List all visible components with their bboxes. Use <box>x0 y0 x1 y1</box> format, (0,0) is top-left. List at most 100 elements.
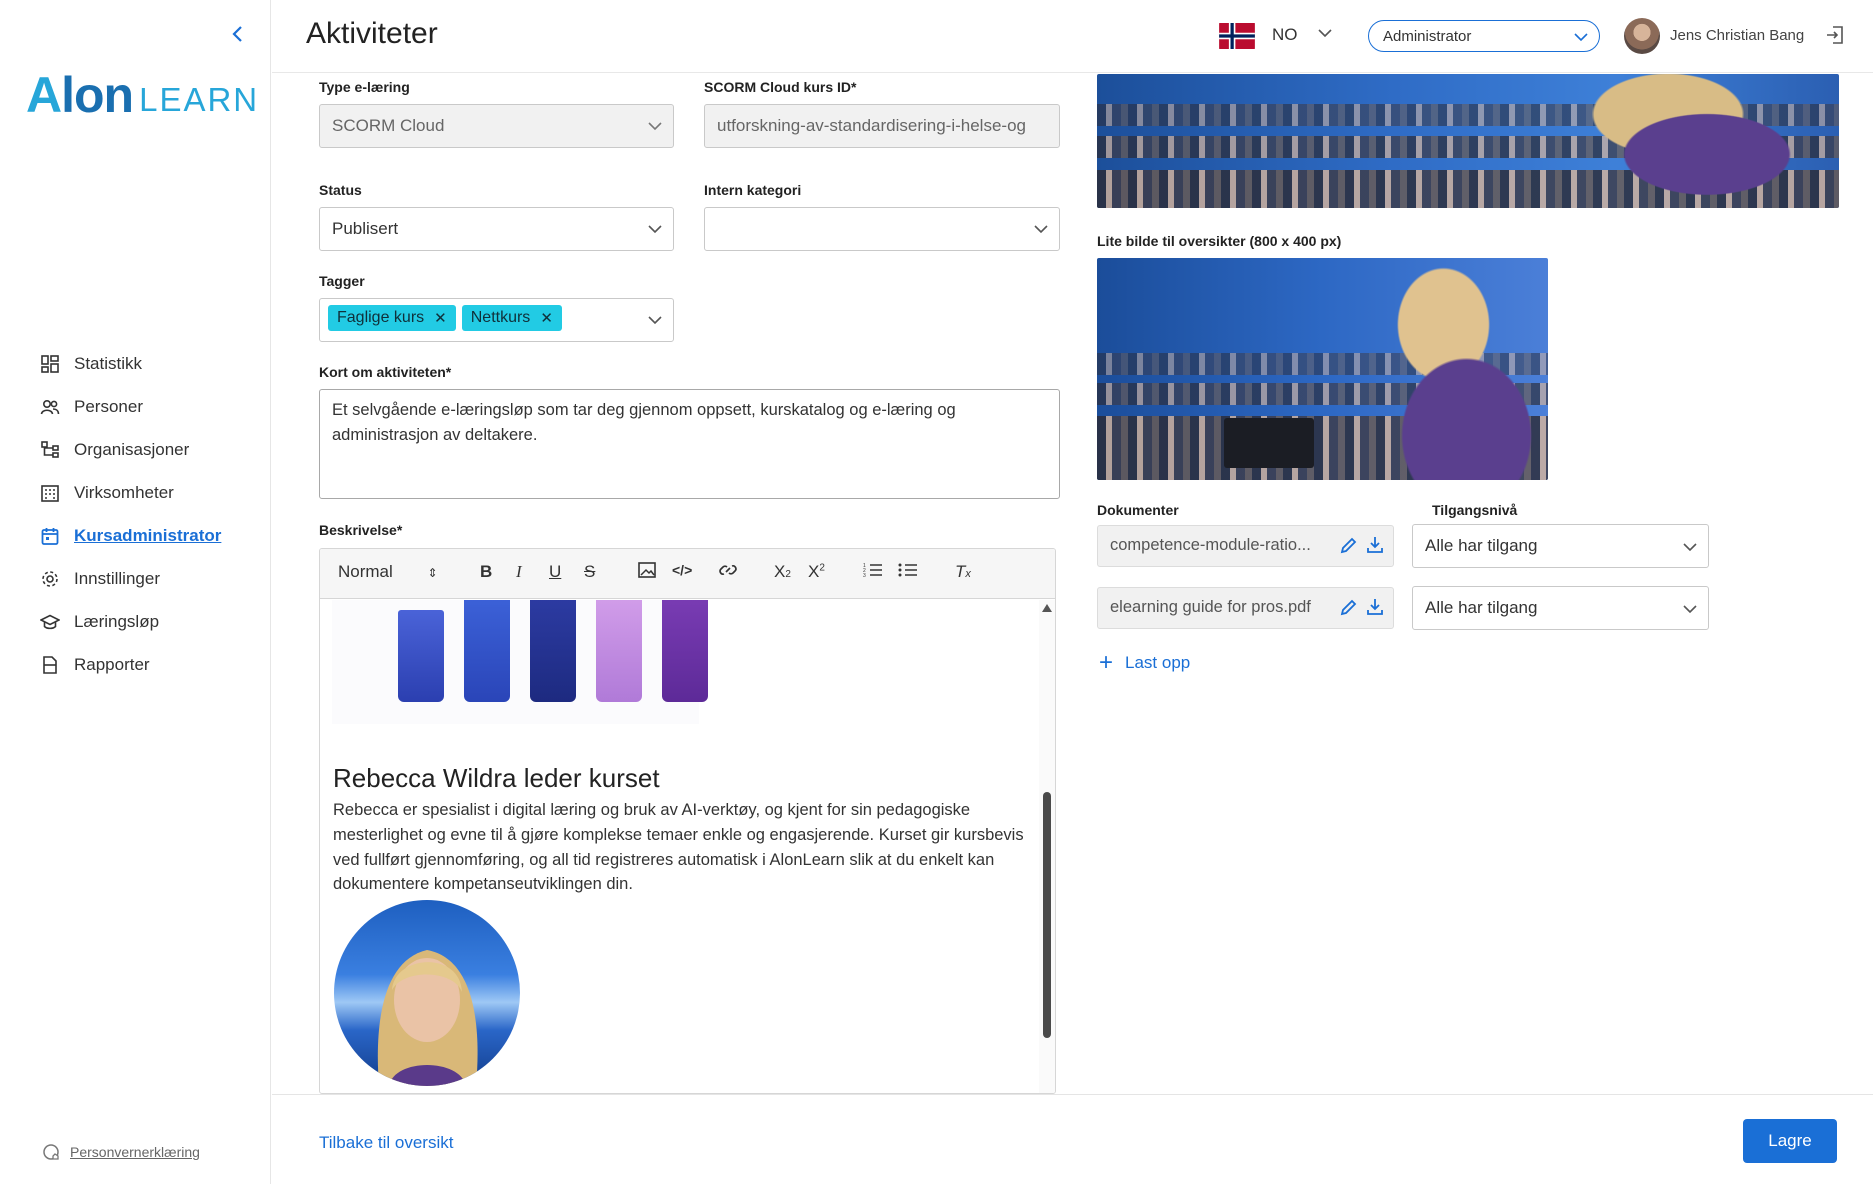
privacy-link[interactable]: Personvernerklæring <box>42 1142 200 1162</box>
code-icon[interactable]: </> <box>672 562 692 578</box>
access-label: Tilgangsnivå <box>1432 502 1518 518</box>
download-icon[interactable] <box>1365 535 1385 555</box>
pencil-icon[interactable] <box>1339 535 1359 555</box>
editor-paragraph: Rebecca er spesialist i digital læring o… <box>333 801 1024 894</box>
logo-learn: LEARN <box>139 81 260 118</box>
save-button[interactable]: Lagre <box>1743 1119 1837 1163</box>
italic-icon[interactable]: I <box>516 562 522 582</box>
type-value: SCORM Cloud <box>332 116 445 135</box>
logo: Alon LEARN <box>26 70 259 120</box>
status-select[interactable]: Publisert <box>319 207 674 251</box>
scorm-id-field: utforskning-av-standardisering-i-helse-o… <box>704 104 1060 148</box>
chevron-down-icon <box>1034 225 1048 234</box>
rich-text-editor[interactable]: Normal ⇕ B I U S </> X2 X2 123 Tx Rebecc… <box>319 548 1056 1094</box>
access-select[interactable]: Alle har tilgang <box>1412 524 1709 568</box>
category-select[interactable] <box>704 207 1060 251</box>
image-laptop <box>1224 418 1314 468</box>
page-title: Aktiviteter <box>306 17 438 50</box>
embedded-chart-image <box>332 600 708 724</box>
tag-chip[interactable]: Faglige kurs ✕ <box>328 305 456 331</box>
format-value: Normal <box>338 562 393 581</box>
editor-content[interactable]: Rebecca Wildra leder kurset Rebecca er s… <box>320 600 1039 1093</box>
people-icon <box>40 399 60 414</box>
format-select[interactable]: Normal ⇕ <box>338 562 438 582</box>
access-value: Alle har tilgang <box>1425 598 1538 617</box>
tag-chip[interactable]: Nettkurs ✕ <box>461 305 562 331</box>
main-content: Type e-læring SCORM Cloud SCORM Cloud ku… <box>272 74 1873 1094</box>
chart-bar <box>530 600 576 702</box>
category-label: Intern kategori <box>704 182 802 198</box>
graduation-cap-icon <box>40 614 60 629</box>
role-select[interactable]: Administrator <box>1368 20 1600 52</box>
superscript-icon[interactable]: X2 <box>808 562 825 582</box>
chevron-down-icon <box>648 225 662 234</box>
chevron-down-icon <box>648 316 662 325</box>
access-select[interactable]: Alle har tilgang <box>1412 586 1709 630</box>
sidebar-item-label: Statistikk <box>74 353 143 373</box>
image-speaker <box>1317 258 1547 480</box>
calendar-icon <box>41 527 59 545</box>
scorm-label: SCORM Cloud kurs ID* <box>704 79 857 95</box>
access-value: Alle har tilgang <box>1425 536 1538 555</box>
pencil-icon[interactable] <box>1339 597 1359 617</box>
short-desc-textarea[interactable]: Et selvgående e-læringsløp som tar deg g… <box>319 389 1060 499</box>
role-value: Administrator <box>1383 28 1472 45</box>
norway-flag-icon[interactable] <box>1218 23 1256 49</box>
status-value: Publisert <box>332 219 399 238</box>
underline-icon[interactable]: U <box>549 562 561 582</box>
instructor-portrait <box>334 900 520 1086</box>
sidebar-item-label: Læringsløp <box>74 611 160 631</box>
gear-icon <box>42 570 58 587</box>
logout-icon[interactable] <box>1824 24 1846 51</box>
sidebar-item-label: Rapporter <box>74 654 150 674</box>
ordered-list-icon[interactable]: 123 <box>863 562 883 583</box>
scroll-thumb[interactable] <box>1043 792 1051 1038</box>
top-header: Aktiviteter NO Administrator Jens Christ… <box>272 0 1873 73</box>
bullet-list-icon[interactable] <box>898 562 918 583</box>
small-image-label: Lite bilde til oversikter (800 x 400 px) <box>1097 233 1342 249</box>
tag-label: Faglige kurs <box>337 309 425 326</box>
sidebar-item-label: Organisasjoner <box>74 439 190 459</box>
document-name: elearning guide for pros.pdf <box>1110 598 1311 616</box>
chevron-down-icon <box>1574 33 1588 42</box>
subscript-icon[interactable]: X2 <box>774 562 791 582</box>
chevron-down-icon <box>1683 543 1697 552</box>
language-label[interactable]: NO <box>1272 25 1298 45</box>
bold-icon[interactable]: B <box>480 562 492 582</box>
sidebar-item-virksomheter[interactable]: Virksomheter <box>40 471 221 514</box>
scroll-up-icon[interactable] <box>1042 604 1052 612</box>
chart-bar <box>464 600 510 702</box>
editor-scrollbar[interactable] <box>1039 600 1055 1093</box>
sidebar-item-laeringslop[interactable]: Læringsløp <box>40 600 221 643</box>
sidebar-item-innstillinger[interactable]: Innstillinger <box>40 557 221 600</box>
sidebar-item-statistikk[interactable]: Statistikk <box>40 342 221 385</box>
sidebar-item-label: Virksomheter <box>74 482 174 502</box>
type-select: SCORM Cloud <box>319 104 674 148</box>
sidebar-item-personer[interactable]: Personer <box>40 385 221 428</box>
editor-heading: Rebecca Wildra leder kurset <box>333 763 660 793</box>
privacy-label: Personvernerklæring <box>70 1144 200 1160</box>
chart-bar <box>596 600 642 702</box>
close-icon[interactable]: ✕ <box>540 309 553 327</box>
tags-select[interactable]: Faglige kurs ✕ Nettkurs ✕ <box>319 298 674 342</box>
chevron-down-icon[interactable] <box>1317 25 1333 46</box>
clear-format-icon[interactable]: Tx <box>955 562 971 582</box>
status-label: Status <box>319 182 362 198</box>
close-icon[interactable]: ✕ <box>434 309 447 327</box>
chart-bar <box>398 610 444 702</box>
download-icon[interactable] <box>1365 597 1385 617</box>
privacy-shield-icon <box>43 1144 59 1160</box>
sidebar-item-rapporter[interactable]: Rapporter <box>40 643 221 686</box>
sidebar-item-organisasjoner[interactable]: Organisasjoner <box>40 428 221 471</box>
footer-bar: Tilbake til oversikt Lagre <box>272 1094 1873 1184</box>
upload-button[interactable]: + Last opp <box>1099 651 1190 675</box>
desc-label: Beskrivelse* <box>319 522 403 538</box>
strikethrough-icon[interactable]: S <box>584 562 595 582</box>
back-to-overview-link[interactable]: Tilbake til oversikt <box>319 1133 453 1153</box>
link-icon[interactable] <box>718 562 738 583</box>
image-icon[interactable] <box>638 562 656 583</box>
collapse-sidebar-button[interactable] <box>224 20 252 48</box>
user-name[interactable]: Jens Christian Bang <box>1670 27 1804 44</box>
avatar[interactable] <box>1624 18 1660 54</box>
sidebar-item-kursadministrator[interactable]: Kursadministrator <box>40 514 221 557</box>
